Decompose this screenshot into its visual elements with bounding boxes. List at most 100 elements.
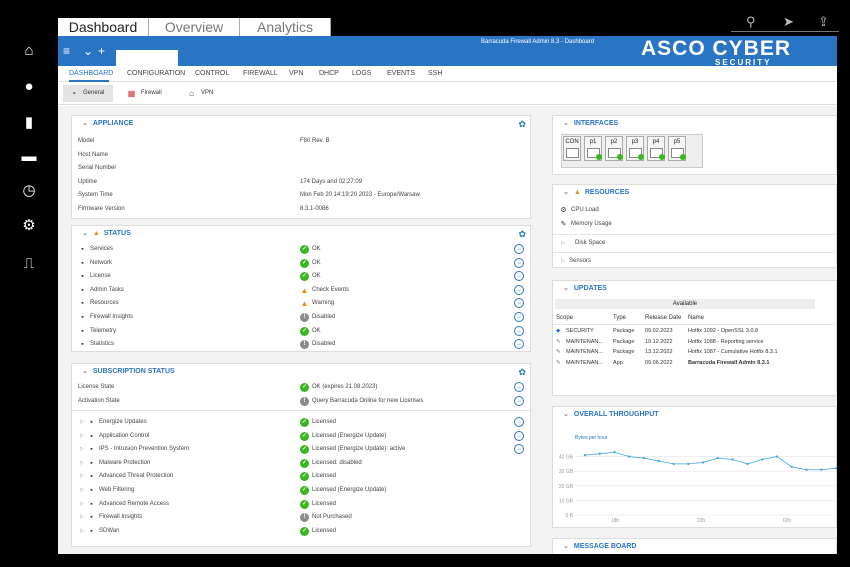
status-row[interactable]: ▪ Resources ▲ Warning → <box>72 297 530 310</box>
updates-column-header[interactable]: Type <box>613 315 626 321</box>
nav-events[interactable]: EVENTS <box>387 70 415 77</box>
updates-row[interactable]: SECURITY Package 09.02.2023 Hotfix 1092 - O… <box>553 328 836 338</box>
user-icon[interactable]: ● <box>20 77 38 95</box>
arrow-right-icon[interactable]: → <box>514 430 524 441</box>
subscription-row[interactable]: ▷ ▪ Malware Protection ✓ Licensed: disabled <box>72 457 530 470</box>
data-point <box>820 468 823 471</box>
appliance-settings-icon[interactable]: ✿ <box>518 119 526 130</box>
interface-port-con[interactable]: CON <box>563 136 581 161</box>
status-row[interactable]: ▪ Statistics! Disabled → <box>72 338 530 351</box>
x-tick-label: 02h <box>783 518 792 524</box>
subnav-firewall[interactable]: ▦ Firewall <box>121 85 171 102</box>
arrow-right-icon[interactable]: → <box>514 417 524 427</box>
subscription-row[interactable]: ▷ ▪ IPS - Intrusion Prevention System ✓ Lice… <box>72 443 530 456</box>
nav-vpn[interactable]: VPN <box>289 70 303 77</box>
home-icon[interactable]: ⌂ <box>20 41 38 59</box>
tab-analytics[interactable]: Analytics <box>240 18 331 36</box>
arrow-right-icon[interactable]: → <box>514 444 524 455</box>
search-icon[interactable]: ⚲ <box>746 14 756 30</box>
session-tab[interactable] <box>116 50 178 66</box>
appliance-header[interactable]: ⌄ APPLIANCE <box>72 116 530 132</box>
bar-chart-icon[interactable]: ▮ <box>20 113 38 131</box>
menu-icon[interactable]: ≡ <box>63 44 70 58</box>
bookmark-icon[interactable]: ⎍ <box>20 254 38 272</box>
subscription-row[interactable]: ▷ ▪ Energize Updates ✓ Licensed → <box>72 416 530 429</box>
subscription-row[interactable]: ▷ ▪ Advanced Threat Protection ✓ Licensed <box>72 470 530 483</box>
expand-icon: ▷ <box>561 240 565 246</box>
interface-port-p4[interactable]: p4 <box>647 136 665 161</box>
clock-icon[interactable]: ◷ <box>20 181 38 199</box>
resources-header[interactable]: ⌄ ▲ RESOURCES <box>553 185 836 201</box>
updates-row[interactable]: MAINTENAN... Package 19.12.2022 Hotfix 1088… <box>553 339 836 349</box>
gear-icon[interactable]: ⚙ <box>20 216 38 234</box>
chevron-down-icon[interactable]: ⌄ <box>83 44 93 58</box>
add-tab-icon[interactable]: + <box>98 44 105 58</box>
message-board-header[interactable]: ⌄ MESSAGE BOARD <box>553 539 836 554</box>
subscription-row[interactable]: ▷ ▪ SDWan ✓ Licensed <box>72 525 530 538</box>
status-row[interactable]: ▪ License ✓ OK → <box>72 270 530 283</box>
subscription-row[interactable]: ▷ ▪ Web Filtering ✓ Licensed (Energize Updat… <box>72 484 530 497</box>
interface-port-p2[interactable]: p2 <box>605 136 623 161</box>
arrow-right-icon[interactable]: → <box>514 325 524 336</box>
ok-icon: ✓ <box>300 472 309 482</box>
share-icon[interactable]: ➤ <box>783 14 794 30</box>
upload-icon[interactable]: ⇪ <box>818 14 829 30</box>
subnav-general[interactable]: ◔ General <box>63 85 113 102</box>
status-row[interactable]: ▪ Admin Tasks ▲ Check Events → <box>72 284 530 297</box>
nav-dashboard[interactable]: DASHBOARD <box>69 70 113 77</box>
arrow-right-icon[interactable]: → <box>514 339 524 350</box>
subscription-header[interactable]: ⌄ SUBSCRIPTION STATUS <box>72 364 530 380</box>
arrow-right-icon[interactable]: → <box>514 312 524 322</box>
nav-logs[interactable]: LOGS <box>352 70 371 77</box>
resource-sensors-row[interactable]: ▷ Sensors <box>553 255 836 268</box>
subscription-settings-icon[interactable]: ✿ <box>518 367 526 378</box>
nav-configuration[interactable]: CONFIGURATION <box>127 70 185 77</box>
arrow-right-icon[interactable]: → <box>514 284 524 295</box>
subscription-row[interactable]: ▷ ▪ Firewall Insights! Not Purchased <box>72 511 530 524</box>
updates-column-header[interactable]: Name <box>688 315 704 321</box>
arrow-right-icon[interactable]: → <box>514 382 524 392</box>
status-row[interactable]: ▪ Telemetry ✓ OK → <box>72 325 530 338</box>
subscription-row[interactable]: ▷ ▪ Application Control ✓ Licensed (Energize… <box>72 430 530 443</box>
updates-row[interactable]: MAINTENAN... App 09.06.2022 Barracuda Firew… <box>553 360 836 370</box>
updates-column-header[interactable]: Scope <box>556 315 573 321</box>
subscription-status: Licensed (Energize Update): active <box>312 446 406 453</box>
appliance-label: Firmware Version <box>78 205 125 212</box>
interface-port-p1[interactable]: p1 <box>584 136 602 161</box>
ok-icon: ✓ <box>300 272 309 282</box>
tab-overview[interactable]: Overview <box>149 18 240 36</box>
tab-dashboard[interactable]: Dashboard <box>58 18 149 36</box>
arrow-right-icon[interactable]: → <box>514 298 524 309</box>
arrow-right-icon[interactable]: → <box>514 271 524 282</box>
updates-column-header[interactable]: Release Date <box>645 315 681 321</box>
title-bar: ≡ ⌄ + Barracuda Firewall Admin 8.3 - Das… <box>58 36 837 67</box>
interface-port-p3[interactable]: p3 <box>626 136 644 161</box>
info-icon: ! <box>300 340 309 350</box>
data-point <box>687 462 690 466</box>
status-row[interactable]: ▪ Services ✓ OK → <box>72 243 530 256</box>
status-header[interactable]: ⌄ ▲ STATUS <box>72 226 530 242</box>
nav-dhcp[interactable]: DHCP <box>319 70 339 77</box>
nav-firewall[interactable]: FIREWALL <box>243 70 278 77</box>
status-row[interactable]: ▪ Firewall Insights! Disabled → <box>72 311 530 324</box>
status-row[interactable]: ▪ Network ✓ OK → <box>72 257 530 270</box>
updates-cell: Hotfix 1088 - Reporting service <box>688 338 764 345</box>
nav-control[interactable]: CONTROL <box>195 70 229 77</box>
subnav-firewall-label: Firewall <box>141 90 162 96</box>
updates-header[interactable]: ⌄ UPDATES <box>553 281 836 297</box>
arrow-right-icon[interactable]: → <box>514 257 524 268</box>
ok-icon: ✓ <box>300 431 309 441</box>
link-up-icon <box>617 154 623 160</box>
arrow-right-icon[interactable]: → <box>514 395 524 406</box>
arrow-right-icon[interactable]: → <box>514 244 524 254</box>
updates-row[interactable]: MAINTENAN... Package 13.12.2022 Hotfix 1087… <box>553 349 836 359</box>
interfaces-header[interactable]: ⌄ INTERFACES <box>553 116 836 132</box>
subnav-vpn[interactable]: ⌂ VPN <box>181 85 226 102</box>
y-tick-label: 40 GB <box>559 455 574 461</box>
chat-icon[interactable]: ▬ <box>20 147 38 165</box>
nav-ssh[interactable]: SSH <box>428 70 442 77</box>
status-settings-icon[interactable]: ✿ <box>518 229 526 240</box>
subscription-row[interactable]: ▷ ▪ Advanced Remote Access ✓ Licensed <box>72 498 530 511</box>
interface-port-p5[interactable]: p5 <box>668 136 686 161</box>
resource-disk-row[interactable]: ▷ Disk Space <box>553 237 836 250</box>
